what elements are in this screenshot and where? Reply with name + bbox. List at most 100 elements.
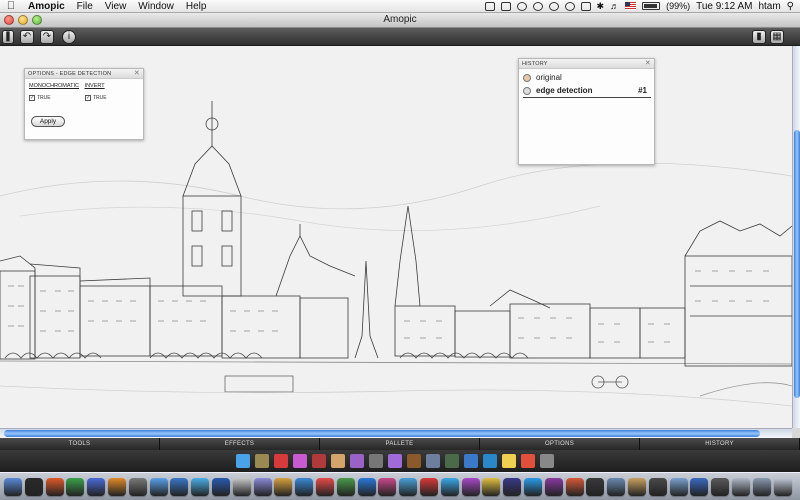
sync-icon[interactable] <box>532 1 543 11</box>
dock-app-icon[interactable] <box>295 478 314 496</box>
dock-app-icon[interactable] <box>732 478 750 496</box>
stamp-icon[interactable] <box>331 454 345 468</box>
dock-app-icon[interactable] <box>66 478 85 496</box>
dock-app-icon[interactable] <box>461 478 480 496</box>
dock-app-icon[interactable] <box>191 478 210 496</box>
dock-app-icon[interactable] <box>669 478 688 496</box>
close-icon[interactable]: ✕ <box>134 69 140 79</box>
flower-icon[interactable] <box>293 454 307 468</box>
palette-icon[interactable] <box>464 454 478 468</box>
record-icon[interactable] <box>274 454 288 468</box>
tab-tools[interactable]: TOOLS <box>0 438 160 450</box>
monochromatic-checkbox[interactable]: ✓ TRUE <box>29 95 51 101</box>
dock-app-icon[interactable] <box>170 478 189 496</box>
dock-app-icon[interactable] <box>544 478 563 496</box>
spotlight-icon[interactable]: ⚲ <box>787 1 794 12</box>
puzzle-icon[interactable] <box>350 454 364 468</box>
dock-app-icon[interactable] <box>45 478 64 496</box>
dock-app-icon[interactable] <box>253 478 272 496</box>
dock-app-icon[interactable] <box>212 478 230 496</box>
undo-button[interactable]: ↶ <box>20 30 34 44</box>
wifi-icon[interactable] <box>564 1 575 11</box>
info-button[interactable]: i <box>62 30 76 44</box>
eye-icon[interactable] <box>516 1 527 11</box>
compare-button[interactable]: ▮ <box>752 30 766 44</box>
bucket-icon[interactable] <box>255 454 269 468</box>
image-canvas[interactable]: OPTIONS - EDGE DETECTION ✕ MONOCHROMATIC… <box>0 46 792 428</box>
bulb-icon[interactable] <box>502 454 516 468</box>
apply-button[interactable]: Apply <box>31 116 65 127</box>
globe-icon[interactable] <box>483 454 497 468</box>
dock-app-icon[interactable] <box>357 478 376 496</box>
dock-app-icon[interactable] <box>378 478 397 496</box>
vertical-scroll-thumb[interactable] <box>794 130 800 398</box>
star-icon[interactable] <box>388 454 402 468</box>
dock-app-icon[interactable] <box>336 478 355 496</box>
dock-app-icon[interactable] <box>628 478 646 496</box>
bluetooth-icon[interactable]: ✱ <box>597 1 605 12</box>
apple-menu-icon[interactable]:  <box>0 0 22 12</box>
water-drop-icon[interactable] <box>236 454 250 468</box>
dock-app-icon[interactable] <box>4 478 22 496</box>
dock-app-icon[interactable] <box>482 478 501 496</box>
save-button[interactable]: ▦ <box>770 30 784 44</box>
dock-app-icon[interactable] <box>440 478 459 496</box>
dock-app-icon[interactable] <box>503 478 522 496</box>
film-icon[interactable] <box>312 454 326 468</box>
user-name[interactable]: htam <box>758 1 780 12</box>
close-icon[interactable]: ✕ <box>645 59 651 69</box>
dock-app-icon[interactable] <box>128 478 147 496</box>
tab-history[interactable]: HISTORY <box>640 438 800 450</box>
dock-app-icon[interactable] <box>752 478 771 496</box>
clock[interactable]: Tue 9:12 AM <box>696 1 752 12</box>
dock-app-icon[interactable] <box>420 478 438 496</box>
history-panel-header[interactable]: HISTORY ✕ <box>519 59 654 69</box>
brush-icon[interactable] <box>407 454 421 468</box>
dock-app-icon[interactable] <box>773 478 792 496</box>
horizontal-scroll-thumb[interactable] <box>4 430 760 437</box>
tab-options[interactable]: OPTIONS <box>480 438 640 450</box>
dock-app-icon[interactable] <box>316 478 334 496</box>
dock-app-icon[interactable] <box>232 478 251 496</box>
history-item-original[interactable]: original <box>523 71 651 84</box>
dock-app-icon[interactable] <box>524 478 542 496</box>
screen-capture-icon[interactable] <box>484 1 495 11</box>
checkbox-checked-icon[interactable]: ✓ <box>85 95 91 101</box>
menu-window[interactable]: Window <box>132 0 180 13</box>
menu-view[interactable]: View <box>99 0 133 13</box>
horizontal-scrollbar[interactable] <box>0 428 792 438</box>
dropbox-icon[interactable] <box>500 1 511 11</box>
battery-icon[interactable] <box>642 2 661 10</box>
landscape-icon[interactable] <box>445 454 459 468</box>
dock-app-icon[interactable] <box>87 478 106 496</box>
dock-app-icon[interactable] <box>108 478 126 496</box>
redo-button[interactable]: ↷ <box>40 30 54 44</box>
input-source-flag-icon[interactable] <box>625 2 637 10</box>
options-panel-header[interactable]: OPTIONS - EDGE DETECTION ✕ <box>25 69 143 79</box>
history-item-edge-detection[interactable]: edge detection #1 <box>523 85 651 98</box>
dock-app-icon[interactable] <box>607 478 626 496</box>
dock-app-icon[interactable] <box>711 478 730 496</box>
colors-icon[interactable] <box>521 454 535 468</box>
frame-icon[interactable] <box>426 454 440 468</box>
volume-icon[interactable]: ♬ <box>610 1 619 11</box>
wand-icon[interactable] <box>369 454 383 468</box>
dock-app-icon[interactable] <box>648 478 667 496</box>
dock-app-icon[interactable] <box>690 478 709 496</box>
app-menu[interactable]: Amopic <box>22 0 71 13</box>
display-icon[interactable] <box>580 1 591 11</box>
menu-help[interactable]: Help <box>180 0 213 13</box>
dock-app-icon[interactable] <box>149 478 168 496</box>
dock-app-icon[interactable] <box>24 478 43 496</box>
checkbox-checked-icon[interactable]: ✓ <box>29 95 35 101</box>
tab-pallete[interactable]: PALLETE <box>320 438 480 450</box>
menu-file[interactable]: File <box>71 0 99 13</box>
invert-checkbox[interactable]: ✓ TRUE <box>85 95 107 101</box>
dock-app-icon[interactable] <box>565 478 584 496</box>
time-machine-icon[interactable] <box>548 1 559 11</box>
tab-effects[interactable]: EFFECTS <box>160 438 320 450</box>
camera-icon[interactable] <box>540 454 554 468</box>
dock-app-icon[interactable] <box>274 478 293 496</box>
tools-toggle-button[interactable]: ❚ <box>2 30 14 44</box>
dock-app-icon[interactable] <box>399 478 418 496</box>
